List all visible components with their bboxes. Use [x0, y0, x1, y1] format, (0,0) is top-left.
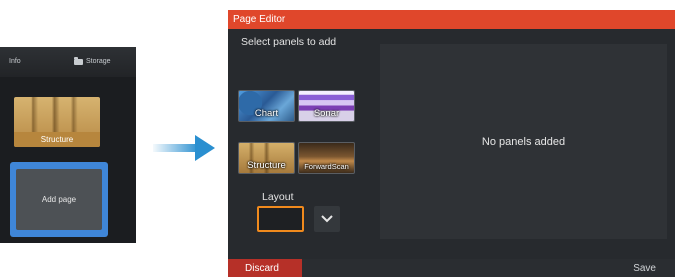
structure-page-tile[interactable]: Structure [14, 97, 100, 147]
storage-tab[interactable]: Storage [74, 56, 111, 65]
arrow-right-icon [153, 135, 215, 161]
page-editor-title: Page Editor [228, 10, 675, 29]
editor-bottom-bar: Discard Save [228, 259, 675, 277]
layout-label: Layout [262, 191, 294, 203]
panel-option-label: Sonar [313, 108, 340, 119]
panel-option-forwardscan[interactable]: ForwardScan [298, 142, 355, 174]
panel-option-label: Structure [247, 160, 286, 171]
layout-dropdown-button[interactable] [314, 206, 340, 232]
device-screen-before: Info Storage Structure Add page [0, 47, 136, 243]
info-tab[interactable]: Info [9, 58, 21, 65]
structure-tile-label: Structure [14, 132, 100, 147]
folder-icon [74, 56, 83, 65]
add-page-label: Add page [16, 169, 102, 230]
panel-option-label: ForwardScan [304, 162, 349, 171]
page-preview-area: No panels added [380, 44, 667, 239]
panel-thumbnails: Chart Sonar Structure ForwardScan [238, 90, 356, 176]
save-button[interactable]: Save [606, 259, 675, 277]
storage-label: Storage [86, 58, 111, 65]
empty-message: No panels added [481, 135, 566, 148]
panel-option-label: Chart [254, 108, 279, 119]
page-editor-window: Page Editor Select panels to add Chart S… [228, 10, 675, 277]
discard-button[interactable]: Discard [228, 259, 302, 277]
panel-option-sonar[interactable]: Sonar [298, 90, 355, 122]
chevron-down-icon [321, 215, 333, 223]
select-panels-text: Select panels to add [241, 36, 337, 48]
panel-option-chart[interactable]: Chart [238, 90, 295, 122]
layout-option-single[interactable] [257, 206, 304, 232]
device-topbar: Info Storage [0, 47, 136, 77]
add-page-button[interactable]: Add page [10, 162, 108, 237]
panel-option-structure[interactable]: Structure [238, 142, 295, 174]
